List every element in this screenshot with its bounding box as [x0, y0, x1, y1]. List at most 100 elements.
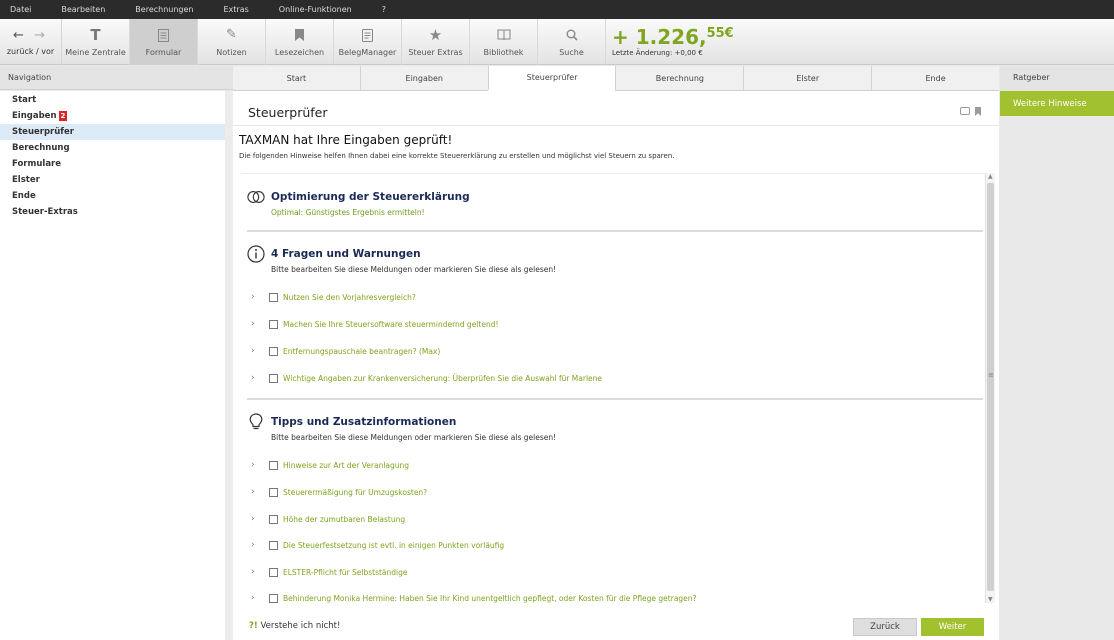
chevron-right-icon[interactable]: ›: [251, 346, 261, 356]
scroll-up-icon[interactable]: ▲: [988, 173, 993, 180]
refund-display: + 1.226,55€ Letzte Änderung: +0,00 €: [612, 19, 734, 64]
section-title: Tipps und Zusatzinformationen: [271, 416, 457, 428]
headline: TAXMAN hat Ihre Eingaben geprüft!: [239, 133, 453, 147]
read-checkbox[interactable]: [269, 567, 278, 577]
steuer-extras-button[interactable]: ★ Steuer Extras: [402, 19, 470, 65]
bibliothek-button[interactable]: Bibliothek: [470, 19, 538, 65]
grip-icon: ≡: [988, 371, 994, 379]
read-checkbox[interactable]: [269, 346, 278, 356]
refund-amount: + 1.226,55€: [612, 26, 734, 48]
read-checkbox[interactable]: [269, 540, 278, 550]
scroll-down-icon[interactable]: ▼: [988, 596, 993, 603]
section-header: Tipps und Zusatzinformationen: [247, 413, 456, 431]
nav-item-steuer-extras[interactable]: Steuer-Extras: [0, 204, 225, 220]
read-checkbox[interactable]: [269, 487, 278, 497]
tab-elster[interactable]: Elster: [743, 66, 871, 90]
arrow-right-icon[interactable]: →: [34, 28, 48, 43]
menu-help[interactable]: ?: [382, 5, 386, 14]
bookmark-icon[interactable]: [975, 107, 981, 116]
hint-link[interactable]: Machen Sie Ihre Steuersoftware steuermin…: [283, 320, 498, 329]
list-item[interactable]: › Entfernungspauschale beantragen? (Max): [241, 343, 981, 359]
menu-online-funktionen[interactable]: Online-Funktionen: [279, 5, 352, 14]
nav-item-formulare[interactable]: Formulare: [0, 156, 225, 172]
hint-link[interactable]: Höhe der zumutbaren Belastung: [283, 515, 405, 524]
toolbar: ← → zurück / vor T Meine Zentrale Formul…: [0, 19, 1114, 65]
list-item[interactable]: › Machen Sie Ihre Steuersoftware steuermi…: [241, 316, 981, 332]
chevron-right-icon[interactable]: ›: [251, 373, 261, 383]
read-checkbox[interactable]: [269, 292, 278, 302]
formular-button[interactable]: Formular: [130, 19, 198, 65]
weiter-button[interactable]: Weiter: [921, 618, 984, 636]
list-item[interactable]: › Höhe der zumutbaren Belastung: [241, 511, 981, 527]
nav-item-elster[interactable]: Elster: [0, 172, 225, 188]
chevron-right-icon[interactable]: ›: [251, 292, 261, 302]
hint-link[interactable]: Wichtige Angaben zur Krankenversicherung…: [283, 374, 602, 383]
chevron-right-icon[interactable]: ›: [251, 593, 261, 603]
section-title: 4 Fragen und Warnungen: [271, 248, 421, 260]
read-checkbox[interactable]: [269, 373, 278, 383]
meine-zentrale-button[interactable]: T Meine Zentrale: [62, 19, 130, 65]
list-item[interactable]: › Steuerermäßigung für Umzugskosten?: [241, 484, 981, 500]
chevron-right-icon[interactable]: ›: [251, 460, 261, 470]
help-mark-icon: ?!: [249, 621, 258, 631]
meine-zentrale-label: Meine Zentrale: [65, 48, 126, 57]
hint-link[interactable]: Hinweise zur Art der Veranlagung: [283, 461, 409, 470]
navigation-header: Navigation: [0, 66, 233, 90]
menu-datei[interactable]: Datei: [10, 5, 31, 14]
zurueck-button[interactable]: Zurück: [853, 618, 917, 636]
chevron-right-icon[interactable]: ›: [251, 487, 261, 497]
read-checkbox[interactable]: [269, 460, 278, 470]
back-forward-button[interactable]: ← → zurück / vor: [0, 19, 62, 65]
weitere-hinweise-button[interactable]: Weitere Hinweise: [1000, 91, 1114, 116]
tab-berechnung[interactable]: Berechnung: [615, 66, 743, 90]
read-checkbox[interactable]: [269, 593, 278, 603]
hint-link[interactable]: Die Steuerfestsetzung ist evtl. in einig…: [283, 541, 504, 550]
form-icon: [156, 27, 172, 43]
nav-item-start[interactable]: Start: [0, 92, 225, 108]
menu-berechnungen[interactable]: Berechnungen: [135, 5, 193, 14]
hint-link[interactable]: Nutzen Sie den Vorjahresvergleich?: [283, 293, 416, 302]
hint-link[interactable]: Behinderung Monika Hermine: Haben Sie Ih…: [283, 594, 697, 603]
notizen-button[interactable]: ✎ Notizen: [198, 19, 266, 65]
suche-button[interactable]: Suche: [538, 19, 606, 65]
list-item[interactable]: › Behinderung Monika Hermine: Haben Sie I…: [241, 590, 981, 603]
hint-link[interactable]: ELSTER-Pflicht für Selbstständige: [283, 568, 408, 577]
belegmanager-button[interactable]: BelegManager: [334, 19, 402, 65]
menu-extras[interactable]: Extras: [224, 5, 249, 14]
nav-item-eingaben[interactable]: Eingaben 2: [0, 108, 225, 124]
read-checkbox[interactable]: [269, 319, 278, 329]
list-item[interactable]: › Die Steuerfestsetzung ist evtl. in eini…: [241, 537, 981, 553]
comment-icon[interactable]: [960, 107, 970, 115]
nav-item-label: Steuerprüfer: [12, 127, 74, 137]
title-actions: [960, 107, 981, 116]
info-icon: [247, 245, 265, 263]
list-item[interactable]: › Hinweise zur Art der Veranlagung: [241, 457, 981, 473]
list-item[interactable]: › ELSTER-Pflicht für Selbstständige: [241, 564, 981, 580]
verstehe-ich-nicht-link[interactable]: ?! Verstehe ich nicht!: [249, 621, 340, 631]
chevron-right-icon[interactable]: ›: [251, 319, 261, 329]
chevron-right-icon[interactable]: ›: [251, 540, 261, 550]
nav-item-steuerpruefer[interactable]: Steuerprüfer: [0, 124, 225, 140]
arrow-left-icon[interactable]: ←: [13, 28, 27, 43]
read-checkbox[interactable]: [269, 514, 278, 524]
panel-splitter[interactable]: [225, 91, 233, 640]
scrollbar[interactable]: ▲ ≡ ▼: [985, 173, 995, 603]
list-item[interactable]: › Wichtige Angaben zur Krankenversicherun…: [241, 370, 981, 386]
menu-bearbeiten[interactable]: Bearbeiten: [61, 5, 105, 14]
nav-item-berechnung[interactable]: Berechnung: [0, 140, 225, 156]
list-item[interactable]: › Nutzen Sie den Vorjahresvergleich?: [241, 289, 981, 305]
tab-eingaben[interactable]: Eingaben: [359, 66, 488, 90]
hint-link[interactable]: Steuerermäßigung für Umzugskosten?: [283, 488, 427, 497]
refund-amount-cents: 55€: [706, 26, 734, 41]
scrollbar-thumb[interactable]: [987, 183, 994, 591]
tab-steuerpruefer[interactable]: Steuerprüfer: [487, 66, 616, 91]
tab-ende[interactable]: Ende: [871, 66, 999, 90]
nav-item-ende[interactable]: Ende: [0, 188, 225, 204]
chevron-right-icon[interactable]: ›: [251, 514, 261, 524]
lesezeichen-button[interactable]: Lesezeichen: [266, 19, 334, 65]
hint-link[interactable]: Entfernungspauschale beantragen? (Max): [283, 347, 440, 356]
tab-start[interactable]: Start: [233, 66, 360, 90]
chevron-right-icon[interactable]: ›: [251, 567, 261, 577]
optimierung-link[interactable]: Optimal: Günstigstes Ergebnis ermitteln!: [271, 208, 425, 217]
steuer-extras-label: Steuer Extras: [408, 48, 463, 57]
